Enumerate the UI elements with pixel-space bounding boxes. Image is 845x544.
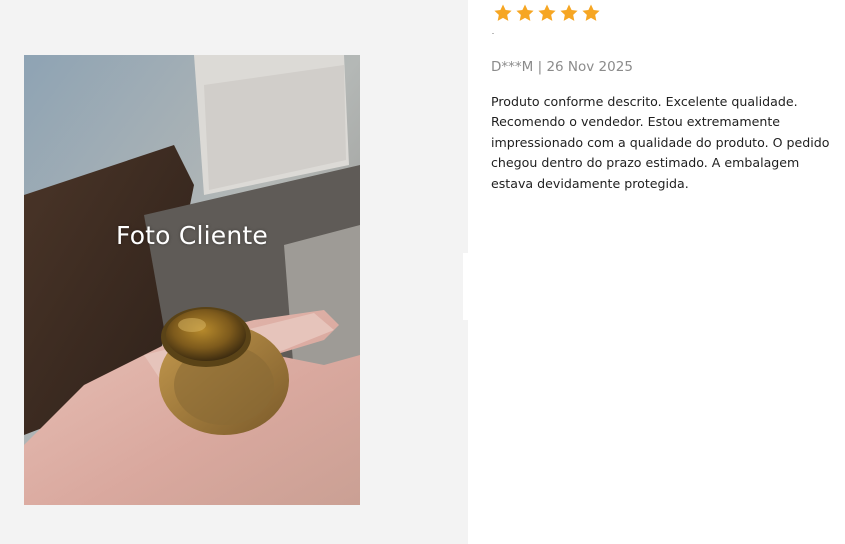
star-icon <box>494 4 512 21</box>
review-author: D***M <box>491 59 534 75</box>
customer-photo[interactable]: Foto Cliente <box>24 55 360 505</box>
review-meta: D***M | 26 Nov 2025 <box>491 59 633 75</box>
ring-photo-image <box>24 55 360 505</box>
star-icon <box>582 4 600 21</box>
rating-separator <box>492 33 494 34</box>
divider-gap <box>463 253 471 320</box>
star-rating <box>493 3 601 25</box>
review-date: 26 Nov 2025 <box>546 59 633 75</box>
photo-caption: Foto Cliente <box>116 221 268 250</box>
star-icon <box>538 4 556 21</box>
review-media-panel: Foto Cliente <box>0 0 468 544</box>
review-text: Produto conforme descrito. Excelente qua… <box>491 94 830 191</box>
meta-separator: | <box>537 59 543 75</box>
star-icon <box>560 4 578 21</box>
star-icon <box>516 4 534 21</box>
